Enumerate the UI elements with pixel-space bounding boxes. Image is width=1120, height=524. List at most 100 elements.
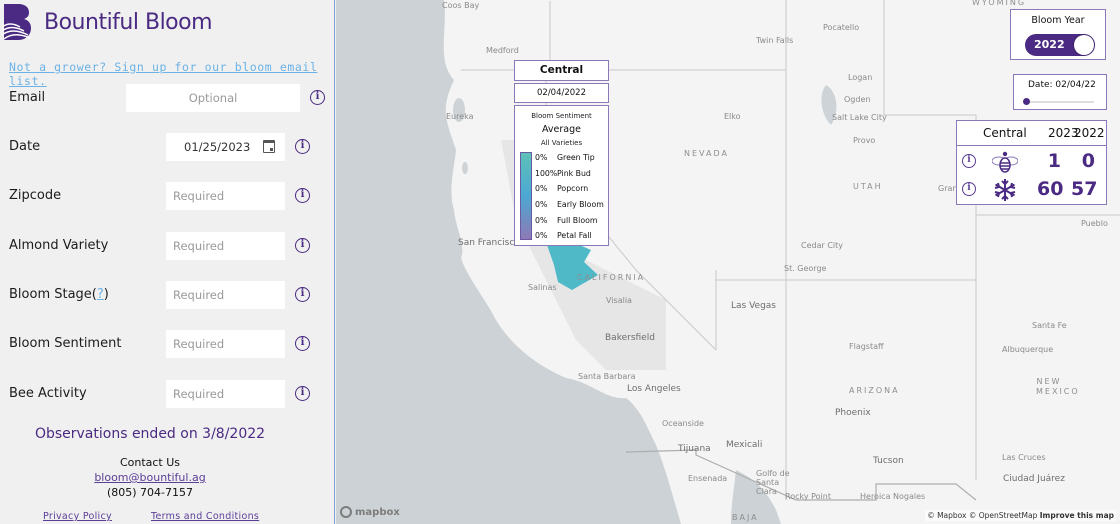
- bloom-sentiment-info-icon[interactable]: i: [295, 336, 310, 351]
- city-label: Medford: [486, 46, 519, 55]
- bloom-sentiment-input[interactable]: [166, 330, 285, 358]
- contact-email-link[interactable]: bloom@bountiful.ag: [94, 471, 205, 484]
- improve-map-link[interactable]: Improve this map: [1040, 511, 1114, 520]
- mapbox-logo-text: mapbox: [355, 506, 400, 518]
- region-stats-panel: Central 2023 2022 i 1 0 i 60 57: [956, 120, 1107, 205]
- bee-activity-info-icon[interactable]: i: [295, 386, 310, 401]
- frost-info-icon[interactable]: i: [962, 182, 976, 196]
- date-label: Date: [9, 139, 41, 154]
- legend-row: 0% Green Tip: [535, 153, 595, 162]
- city-label: Mexicali: [726, 440, 763, 450]
- city-label: Bakersfield: [605, 333, 655, 343]
- city-label: Tijuana: [678, 444, 711, 454]
- state-label: WYOMING: [972, 0, 1027, 7]
- frost-value-2023: 60: [1037, 178, 1064, 200]
- city-label: Cedar City: [801, 241, 843, 250]
- bountiful-bloom-logo-icon: [2, 4, 31, 40]
- bee-activity-label: Bee Activity: [9, 386, 87, 401]
- bee-activity-row: Bee Activity i: [0, 380, 335, 408]
- calendar-icon[interactable]: [263, 140, 275, 153]
- bloom-year-title: Bloom Year: [1031, 15, 1085, 26]
- terms-link[interactable]: Terms and Conditions: [151, 511, 259, 522]
- state-label: CALIFORNIA: [577, 273, 646, 282]
- bloom-stage-input[interactable]: [166, 281, 285, 309]
- city-label: Ogden: [844, 95, 871, 104]
- legend-stage: Full Bloom: [557, 216, 598, 225]
- bee-icon: [992, 151, 1018, 173]
- legend-stage: Popcorn: [557, 184, 589, 193]
- city-label: Pocatello: [823, 23, 860, 32]
- legend-scope: All Varieties: [540, 139, 583, 147]
- brand[interactable]: Bountiful Bloom: [2, 2, 213, 42]
- contact-heading: Contact Us: [119, 456, 181, 469]
- zipcode-input[interactable]: [166, 182, 285, 210]
- legend-pct: 0%: [535, 231, 548, 240]
- legend-stage: Pink Bud: [557, 169, 591, 178]
- legend-stage: Green Tip: [557, 153, 595, 162]
- brand-name: Bountiful Bloom: [44, 9, 213, 35]
- bloom-sentiment-row: Bloom Sentiment i: [0, 330, 335, 358]
- date-slider-thumb[interactable]: [1023, 98, 1030, 105]
- toggle-knob[interactable]: [1074, 35, 1094, 55]
- frost-value-2022: 57: [1071, 178, 1098, 200]
- sidebar: Bountiful Bloom Not a grower? Sign up fo…: [0, 0, 335, 524]
- legend-row: 100%Pink Bud: [535, 169, 591, 178]
- stats-region: Central: [983, 126, 1027, 140]
- legend-gradient-bar: [520, 152, 532, 240]
- attribution-text[interactable]: © Mapbox © OpenStreetMap: [927, 511, 1037, 520]
- stats-year-col: 2022: [1074, 126, 1105, 140]
- state-label: NEW MEXICO: [1036, 377, 1080, 396]
- almond-variety-input[interactable]: [166, 232, 285, 260]
- city-label: Tucson: [873, 456, 904, 466]
- date-slider-track[interactable]: [1024, 101, 1094, 103]
- city-label: Santa Fe: [1032, 321, 1067, 330]
- bloom-sentiment-legend: Bloom Sentiment Average All Varieties 0%…: [514, 105, 609, 246]
- privacy-policy-link[interactable]: Privacy Policy: [43, 511, 112, 522]
- contact-phone: (805) 704-7157: [106, 486, 194, 499]
- email-input[interactable]: [126, 84, 300, 112]
- bloom-stage-label-end: ): [103, 287, 109, 302]
- email-info-icon[interactable]: i: [310, 90, 325, 105]
- almond-variety-info-icon[interactable]: i: [295, 238, 310, 253]
- state-label: BAJA: [732, 513, 759, 522]
- stats-header: Central 2023 2022: [957, 121, 1106, 146]
- date-slider-label: Date: 02/04/22: [1028, 80, 1096, 90]
- zipcode-info-icon[interactable]: i: [295, 188, 310, 203]
- state-label: ARIZONA: [849, 386, 900, 395]
- map[interactable]: Coos Bay Medford Eureka San Francisco Sa…: [336, 0, 1120, 524]
- city-label: Twin Falls: [756, 36, 794, 45]
- city-label: Pueblo: [1081, 219, 1108, 228]
- city-label: Ciudad Juárez: [1003, 474, 1065, 484]
- city-label: Salt Lake City: [832, 113, 887, 122]
- legend-row: 0% Petal Fall: [535, 231, 592, 240]
- legend-pct: 100%: [535, 169, 558, 178]
- state-label: UTAH: [853, 182, 883, 191]
- legend-stage: Petal Fall: [557, 231, 592, 240]
- bee-info-icon[interactable]: i: [962, 154, 976, 168]
- city-label: Salinas: [528, 283, 557, 292]
- date-input[interactable]: 01/25/2023: [166, 133, 285, 161]
- bee-activity-input[interactable]: [166, 380, 285, 408]
- city-label: Elko: [724, 112, 741, 121]
- bloom-stage-help-link[interactable]: ?: [97, 287, 104, 302]
- city-label: Las Cruces: [1002, 453, 1046, 462]
- legend-row: 0% Early Bloom: [535, 200, 604, 209]
- mapbox-logo[interactable]: mapbox: [340, 506, 400, 518]
- city-label: St. George: [784, 264, 827, 273]
- bloom-year-toggle[interactable]: 2022: [1025, 34, 1095, 56]
- date-value: 01/25/2023: [184, 140, 251, 154]
- bloom-year-panel: Bloom Year 2022: [1010, 9, 1106, 60]
- city-label: Visalia: [606, 296, 632, 305]
- popup-date: 02/04/2022: [514, 83, 609, 103]
- legend-pct: 0%: [535, 200, 548, 209]
- date-info-icon[interactable]: i: [295, 139, 310, 154]
- city-label: Phoenix: [835, 408, 871, 418]
- state-label: NEVADA: [684, 149, 729, 158]
- email-row: Email i: [0, 84, 335, 112]
- zipcode-label: Zipcode: [9, 188, 62, 203]
- bloom-stage-label: Bloom Stage(?): [9, 287, 109, 302]
- city-label: Heroica Nogales: [860, 492, 926, 501]
- zipcode-row: Zipcode i: [0, 182, 335, 210]
- bloom-stage-info-icon[interactable]: i: [295, 287, 310, 302]
- stats-row-bee: i 1 0: [957, 149, 1106, 177]
